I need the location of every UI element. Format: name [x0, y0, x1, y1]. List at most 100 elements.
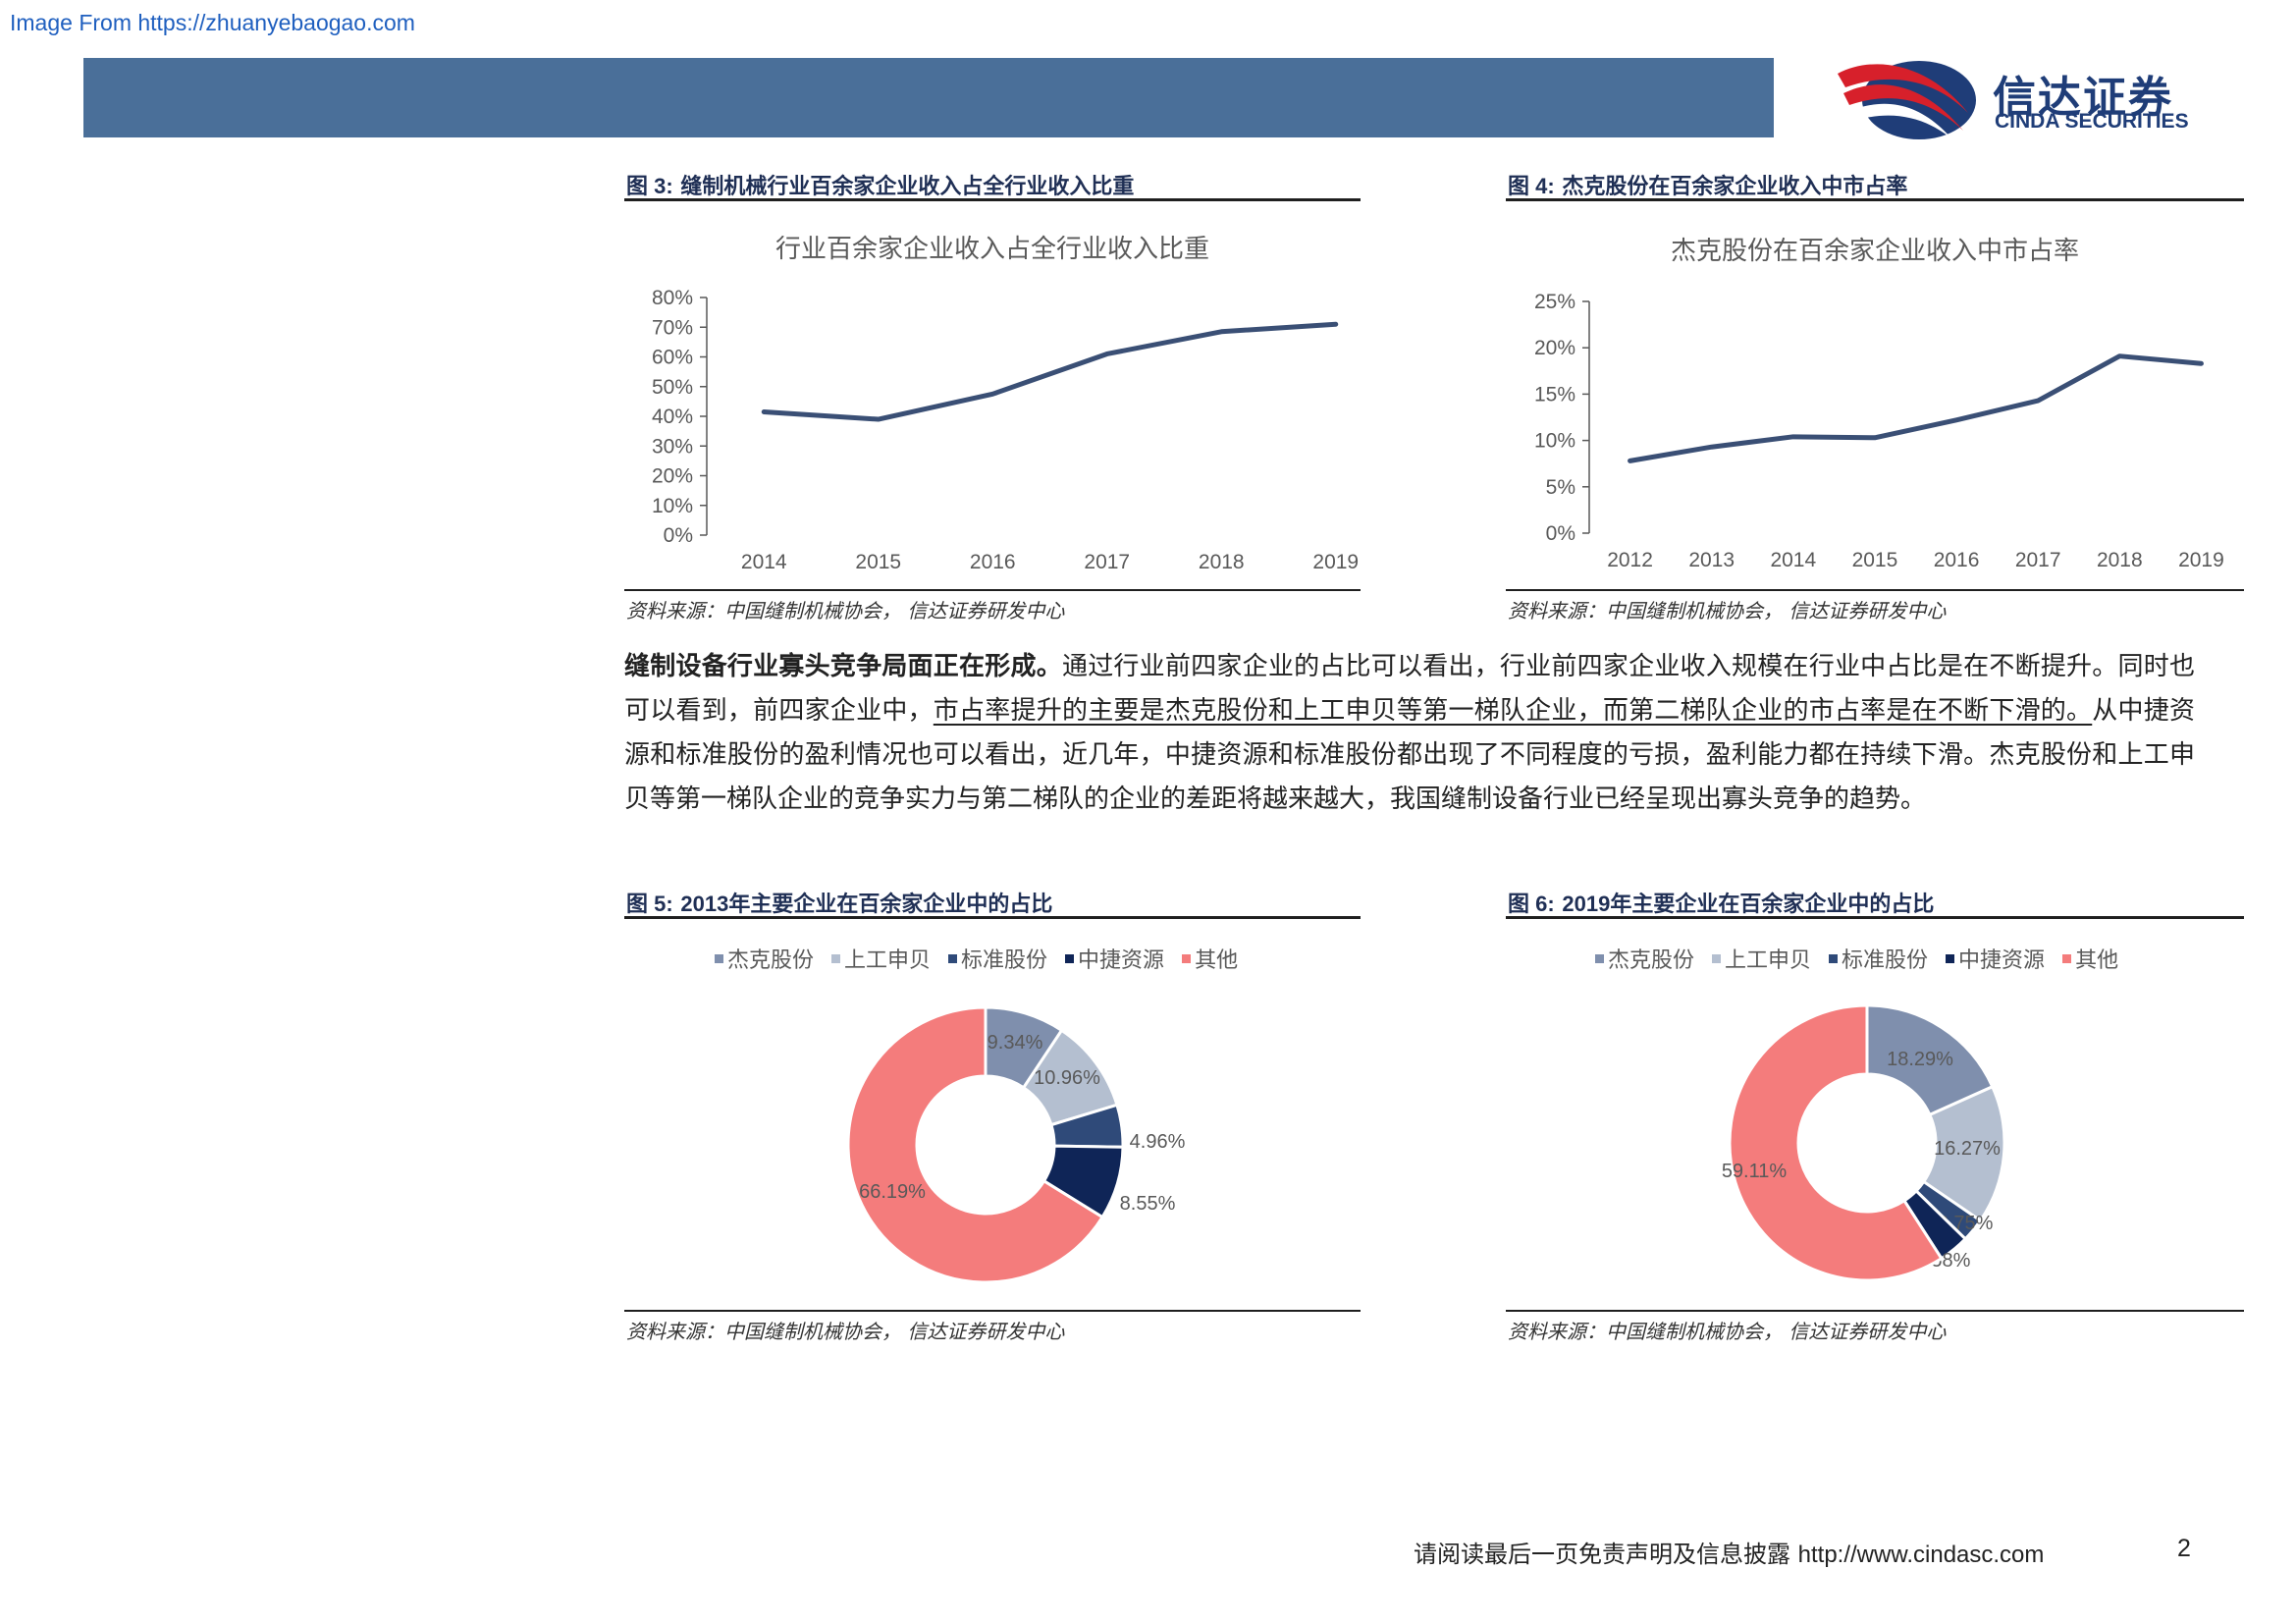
figure-3-label: 图 3: — [626, 174, 673, 198]
figure-3-bottom-rule — [624, 589, 1361, 591]
footer-text: 请阅读最后一页免责声明及信息披露 — [1414, 1541, 1790, 1568]
fig5-legend-swatch — [948, 953, 958, 963]
fig4-x-tick-label: 2015 — [1852, 549, 1898, 571]
fig3-x-tick-label: 2014 — [741, 551, 787, 573]
fig3-x-tick-label: 2015 — [855, 551, 901, 573]
fig3-y-tick-label: 60% — [652, 347, 693, 369]
fig3-x-tick-label: 2018 — [1199, 551, 1245, 573]
fig5-legend-item: 上工申贝 — [831, 943, 931, 974]
fig3-y-tick-label: 40% — [652, 406, 693, 428]
figure-6-top-rule — [1506, 916, 2244, 919]
figure-3-title-text: 缝制机械行业百余家企业收入占全行业收入比重 — [680, 174, 1135, 199]
fig3-series-line — [761, 321, 1339, 422]
fig3-y-tick-label: 50% — [652, 376, 693, 399]
fig5-legend-label: 杰克股份 — [727, 948, 815, 973]
fig4-y-tick-label: 10% — [1534, 430, 1575, 453]
fig4-y-tick-label: 0% — [1546, 522, 1575, 545]
company-logo: 信达证券 CINDA SECURITIES — [1836, 54, 2238, 142]
figure-5-bottom-rule — [624, 1310, 1361, 1312]
fig6-legend-swatch — [1946, 953, 1955, 963]
paragraph-lead: 缝制设备行业寡头竞争局面正在形成。 — [624, 652, 1062, 681]
cinda-swoosh-logo — [1838, 61, 1976, 139]
figure-4-bottom-rule — [1506, 589, 2244, 591]
figure-3-source: 资料来源：中国缝制机械协会， 信达证券研发中心 — [626, 599, 1065, 623]
fig3-y-tick-label: 10% — [652, 495, 693, 517]
fig3-y-tick-label: 70% — [652, 316, 693, 339]
figure-3-line-chart: 0% 10% 20% 30% 40% 50% 60% 70% 80% 2014 2015 2016 20… — [652, 287, 1359, 573]
fig5-data-label: 4.96% — [1130, 1131, 1186, 1153]
fig5-data-label: 9.34% — [988, 1032, 1043, 1054]
figure-6-year: 2019 — [1562, 892, 1611, 916]
fig4-y-tick-label: 20% — [1534, 337, 1575, 359]
figure-6-label: 图 6: — [1508, 892, 1555, 916]
fig6-legend-item: 杰克股份 — [1595, 943, 1694, 974]
fig5-legend-label: 标准股份 — [961, 948, 1048, 973]
footer-disclaimer: 请阅读最后一页免责声明及信息披露 http://www.cindasc.com — [1414, 1535, 2044, 1569]
fig5-legend-label: 其他 — [1195, 948, 1239, 973]
fig4-x-tick-label: 2017 — [2015, 549, 2061, 571]
fig6-data-label: 18.29% — [1887, 1049, 1953, 1070]
fig5-legend-swatch — [1182, 953, 1192, 963]
fig4-x-tick-label: 2012 — [1607, 549, 1653, 571]
figure-5-top-rule — [624, 916, 1361, 919]
logo-english-text: CINDA SECURITIES — [1995, 110, 2189, 133]
fig4-y-tick-label: 25% — [1534, 291, 1575, 313]
fig4-y-tick-label: 15% — [1534, 383, 1575, 406]
page-number: 2 — [2177, 1535, 2191, 1562]
header-banner — [83, 58, 1774, 137]
fig5-legend-item: 标准股份 — [948, 943, 1047, 974]
fig5-legend-swatch — [831, 953, 841, 963]
fig4-series-line — [1628, 353, 2204, 463]
fig6-legend-item: 其他 — [2062, 943, 2118, 974]
fig3-x-tick-label: 2016 — [970, 551, 1016, 573]
figure-6-source: 资料来源：中国缝制机械协会， 信达证券研发中心 — [1508, 1320, 1947, 1343]
fig4-y-tick-label: 5% — [1546, 476, 1575, 499]
figure-5-title: 图 5: 2013年主要企业在百余家企业中的占比 — [626, 887, 1052, 918]
fig5-legend-label: 中捷资源 — [1078, 948, 1165, 973]
fig6-data-label: 16.27% — [1934, 1138, 2001, 1160]
figure-4-chart-title: 杰克股份在百余家企业收入中市占率 — [1670, 237, 2079, 266]
fig6-legend-swatch — [1595, 953, 1604, 963]
fig6-legend-label: 标准股份 — [1842, 948, 1929, 973]
fig5-legend-swatch — [715, 953, 723, 963]
fig4-x-tick-label: 2016 — [1934, 549, 1980, 571]
body-paragraph: 缝制设备行业寡头竞争局面正在形成。通过行业前四家企业的占比可以看出，行业前四家企… — [624, 645, 2195, 822]
fig3-x-tick-label: 2019 — [1312, 551, 1359, 573]
fig5-legend-item: 杰克股份 — [715, 943, 814, 974]
fig3-y-tick-label: 30% — [652, 435, 693, 458]
fig5-data-label: 8.55% — [1120, 1193, 1176, 1215]
figure-4-source: 资料来源：中国缝制机械协会， 信达证券研发中心 — [1508, 599, 1947, 623]
figure-5-donut-chart: 9.34% 10.96% 4.96% 8.55% 66.19% — [846, 1005, 1186, 1284]
fig6-legend-label: 上工申贝 — [1725, 948, 1812, 973]
fig4-x-tick-label: 2014 — [1770, 549, 1816, 571]
figure-3-top-rule — [624, 198, 1361, 201]
fig5-data-label: 66.19% — [859, 1181, 926, 1203]
figure-4-label: 图 4: — [1508, 174, 1555, 198]
fig3-x-tick-label: 2017 — [1084, 551, 1130, 573]
footer-url-link[interactable]: http://www.cindasc.com — [1798, 1542, 2045, 1568]
figure-3-chart-title: 行业百余家企业收入占全行业收入比重 — [774, 235, 1209, 264]
fig4-x-tick-label: 2018 — [2097, 549, 2143, 571]
fig5-data-label: 10.96% — [1034, 1067, 1100, 1089]
fig6-legend-label: 其他 — [2075, 948, 2119, 973]
figure-5-source: 资料来源：中国缝制机械协会， 信达证券研发中心 — [626, 1320, 1065, 1343]
fig3-y-tick-label: 0% — [664, 524, 693, 547]
fig4-x-tick-label: 2019 — [2178, 549, 2224, 571]
figure-4-title-text: 杰克股份在百余家企业收入中市占率 — [1562, 174, 1908, 199]
fig6-legend-swatch — [1829, 953, 1839, 963]
fig6-legend-swatch — [2062, 953, 2072, 963]
figure-5-legend: 杰克股份 上工申贝 标准股份 中捷资源 其他 — [715, 943, 1238, 974]
figure-6-bottom-rule — [1506, 1310, 2244, 1312]
watermark-text: Image From https://zhuanyebaogao.com — [10, 10, 415, 35]
fig6-legend-swatch — [1712, 953, 1722, 963]
fig3-y-tick-label: 20% — [652, 465, 693, 488]
fig3-y-tick-label: 80% — [652, 287, 693, 309]
fig4-x-tick-label: 2013 — [1688, 549, 1735, 571]
fig6-data-label: 59.11% — [1722, 1161, 1788, 1182]
figure-4-top-rule — [1506, 198, 2244, 201]
fig6-legend-item: 上工申贝 — [1712, 943, 1811, 974]
figure-6-donut-chart: 18.29%16.27%2.75%3.58%59.11% — [1722, 1003, 2006, 1282]
fig5-legend-label: 上工申贝 — [844, 948, 932, 973]
fig5-legend-item: 中捷资源 — [1065, 943, 1164, 974]
figure-5-label: 图 5: — [626, 892, 673, 916]
